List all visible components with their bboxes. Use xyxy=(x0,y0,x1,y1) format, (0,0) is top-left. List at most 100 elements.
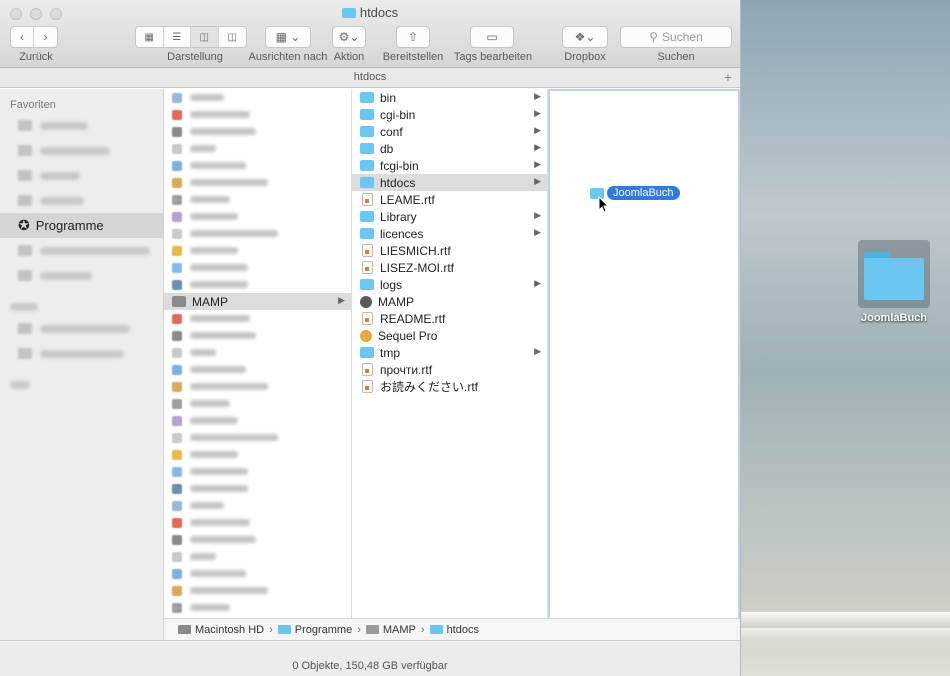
list-item-sequel-pro[interactable]: Sequel Pro xyxy=(352,327,547,344)
list-item-blurred[interactable] xyxy=(164,480,351,497)
list-item-blurred[interactable] xyxy=(164,548,351,565)
column-view-icon[interactable]: ◫ xyxy=(191,27,219,47)
list-item-conf[interactable]: conf ▶ xyxy=(352,123,547,140)
dropbox-icon: ❖⌄ xyxy=(574,30,596,44)
list-item-blurred[interactable] xyxy=(164,123,351,140)
breadcrumb-item[interactable]: Programme xyxy=(277,624,352,636)
list-item-blurred[interactable] xyxy=(164,276,351,293)
list-item-blurred[interactable] xyxy=(164,242,351,259)
arrange-button[interactable]: ▦ ⌄ xyxy=(265,26,311,48)
list-item-blurred[interactable] xyxy=(164,259,351,276)
add-tab-button[interactable]: + xyxy=(724,68,732,87)
list-item-blurred[interactable] xyxy=(164,378,351,395)
action-button[interactable]: ⚙⌄ xyxy=(332,26,366,48)
list-item-blurred[interactable] xyxy=(164,395,351,412)
list-item-blurred[interactable] xyxy=(164,412,351,429)
app-icon xyxy=(172,228,182,239)
breadcrumb-item[interactable]: htdocs xyxy=(429,624,479,636)
blurred-label xyxy=(190,587,268,594)
sidebar-item-blurred[interactable] xyxy=(0,238,163,263)
sidebar-item-blurred[interactable] xyxy=(0,316,163,341)
list-item-blurred[interactable] xyxy=(164,310,351,327)
sidebar-item-blurred[interactable] xyxy=(0,188,163,213)
list-item-blurred[interactable] xyxy=(164,106,351,123)
list-item-label: tmp xyxy=(380,345,401,360)
sidebar-item-programme[interactable]: ✪ Programme xyxy=(0,213,163,238)
list-item-blurred[interactable] xyxy=(164,446,351,463)
list-item-logs[interactable]: logs ▶ xyxy=(352,276,547,293)
path-title-bar: htdocs + xyxy=(0,68,740,88)
chevron-right-icon: › xyxy=(269,623,273,636)
forward-button[interactable]: › xyxy=(34,27,57,47)
folder-icon xyxy=(277,625,291,634)
list-item-tmp[interactable]: tmp ▶ xyxy=(352,344,547,361)
folder-icon xyxy=(360,347,374,358)
app-icon xyxy=(172,500,182,511)
list-item-bin[interactable]: bin ▶ xyxy=(352,89,547,106)
list-item-blurred[interactable] xyxy=(164,89,351,106)
list-item-blurred[interactable] xyxy=(164,514,351,531)
list-item-blurred[interactable] xyxy=(164,344,351,361)
htdocs-column[interactable] xyxy=(548,89,740,640)
breadcrumb-item[interactable]: MAMP xyxy=(365,624,416,636)
list-item-rtf[interactable]: お読みください.rtf xyxy=(352,378,547,395)
list-item-lisez-moi-rtf[interactable]: LISEZ-MOI.rtf xyxy=(352,259,547,276)
sidebar-header-blurred xyxy=(0,288,163,316)
list-item-htdocs[interactable]: htdocs ▶ xyxy=(352,174,547,191)
list-item-licences[interactable]: licences ▶ xyxy=(352,225,547,242)
desktop-folder-joomlabuch[interactable]: JoomlaBuch xyxy=(856,240,932,324)
list-item-blurred[interactable] xyxy=(164,327,351,344)
list-item-mamp[interactable]: MAMP ▶ xyxy=(164,293,351,310)
app-icon xyxy=(172,177,182,188)
list-item-blurred[interactable] xyxy=(164,531,351,548)
list-item-blurred[interactable] xyxy=(164,497,351,514)
search-field[interactable]: ⚲ Suchen xyxy=(620,26,732,48)
list-item-blurred[interactable] xyxy=(164,565,351,582)
sidebar-item-blurred[interactable] xyxy=(0,341,163,366)
back-button[interactable]: ‹ xyxy=(11,27,35,47)
share-button[interactable]: ⇧ xyxy=(396,26,430,48)
app-icon xyxy=(172,143,182,154)
list-item-readme-rtf[interactable]: README.rtf xyxy=(352,310,547,327)
list-item-blurred[interactable] xyxy=(164,208,351,225)
chevron-right-icon: ▶ xyxy=(534,210,541,220)
sidebar-item-blurred[interactable] xyxy=(0,138,163,163)
sidebar-item-blurred[interactable] xyxy=(0,263,163,288)
list-item-blurred[interactable] xyxy=(164,429,351,446)
list-item-blurred[interactable] xyxy=(164,582,351,599)
icon-view-icon[interactable]: ▦ xyxy=(136,27,164,47)
list-item-blurred[interactable] xyxy=(164,361,351,378)
list-item-blurred[interactable] xyxy=(164,225,351,242)
app-icon xyxy=(172,449,182,460)
list-item-rtf[interactable]: прочти.rtf xyxy=(352,361,547,378)
list-item-mamp[interactable]: MAMP xyxy=(352,293,547,310)
list-item-blurred[interactable] xyxy=(164,191,351,208)
sidebar-item-blurred[interactable] xyxy=(0,163,163,188)
app-icon xyxy=(172,568,182,579)
list-item-leame-rtf[interactable]: LEAME.rtf xyxy=(352,191,547,208)
blurred-label xyxy=(190,502,224,509)
dropbox-button[interactable]: ❖⌄ xyxy=(562,26,608,48)
list-item-blurred[interactable] xyxy=(164,599,351,616)
list-item-liesmich-rtf[interactable]: LIESMICH.rtf xyxy=(352,242,547,259)
list-item-blurred[interactable] xyxy=(164,463,351,480)
blurred-label xyxy=(190,315,250,322)
list-item-blurred[interactable] xyxy=(164,157,351,174)
list-view-icon[interactable]: ☰ xyxy=(164,27,191,47)
app-icon xyxy=(172,126,182,137)
breadcrumb-item[interactable]: Macintosh HD xyxy=(178,624,264,636)
blurred-label xyxy=(190,230,278,237)
blurred-label xyxy=(190,400,230,407)
list-item-cgi-bin[interactable]: cgi-bin ▶ xyxy=(352,106,547,123)
list-item-blurred[interactable] xyxy=(164,140,351,157)
list-item-db[interactable]: db ▶ xyxy=(352,140,547,157)
list-item-fcgi-bin[interactable]: fcgi-bin ▶ xyxy=(352,157,547,174)
gear-icon: ⚙⌄ xyxy=(338,30,360,44)
sidebar: Favoriten ✪ Programme xyxy=(0,89,164,640)
tags-button[interactable]: ▭ xyxy=(470,26,514,48)
list-item-blurred[interactable] xyxy=(164,174,351,191)
gallery-view-icon[interactable]: ◫ xyxy=(219,27,246,47)
dragged-folder-label: JoomlaBuch xyxy=(607,186,680,200)
list-item-library[interactable]: Library ▶ xyxy=(352,208,547,225)
sidebar-item-blurred[interactable] xyxy=(0,113,163,138)
